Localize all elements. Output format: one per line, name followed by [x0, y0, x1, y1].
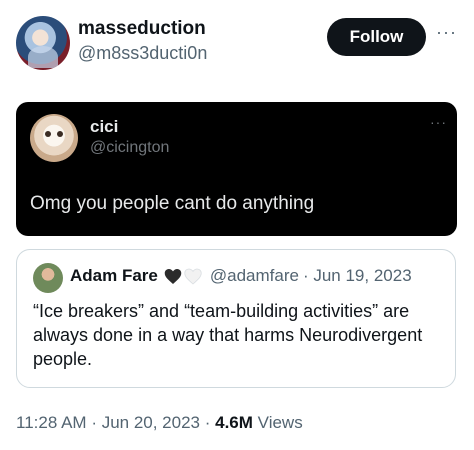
post-footer: 11:28 AM · Jun 20, 2023 · 4.6M Views — [16, 413, 303, 433]
more-options-icon[interactable]: ··· — [436, 22, 457, 43]
follow-button[interactable]: Follow — [327, 18, 426, 56]
quoted-author-handle: @adamfare — [209, 266, 299, 285]
embedded-post-text: Omg you people cant do anything — [30, 193, 315, 214]
quoted-author-avatar — [33, 263, 63, 293]
embedded-author-handle: @cicington — [90, 139, 170, 156]
post-header: masseduction @m8ss3ducti0n Follow ··· — [0, 0, 474, 90]
embedded-post-screenshot: cici @cicington ··· Omg you people cant … — [16, 102, 457, 236]
quoted-post-meta: Adam Fare @adamfare · Jun 19, 2023 — [70, 266, 412, 286]
author-handle[interactable]: @m8ss3ducti0n — [78, 43, 207, 64]
post-date[interactable]: · Jun 20, 2023 · — [91, 413, 210, 432]
author-avatar[interactable] — [16, 16, 70, 70]
embedded-author-name: cici — [90, 117, 119, 136]
black-heart-icon — [164, 268, 182, 284]
views-count: 4.6M — [215, 413, 253, 432]
embedded-more-icon: ··· — [430, 114, 447, 130]
white-heart-icon — [184, 268, 202, 284]
post-time[interactable]: 11:28 AM — [16, 413, 87, 432]
embedded-author-avatar — [30, 114, 78, 162]
author-display-name[interactable]: masseduction — [78, 18, 206, 40]
quoted-author-name: Adam Fare — [70, 266, 158, 285]
quoted-post[interactable]: Adam Fare @adamfare · Jun 19, 2023 “Ice … — [16, 249, 456, 388]
views-label: Views — [257, 413, 303, 432]
quoted-post-date: · Jun 19, 2023 — [302, 266, 412, 285]
quoted-post-text: “Ice breakers” and “team-building activi… — [33, 301, 423, 369]
